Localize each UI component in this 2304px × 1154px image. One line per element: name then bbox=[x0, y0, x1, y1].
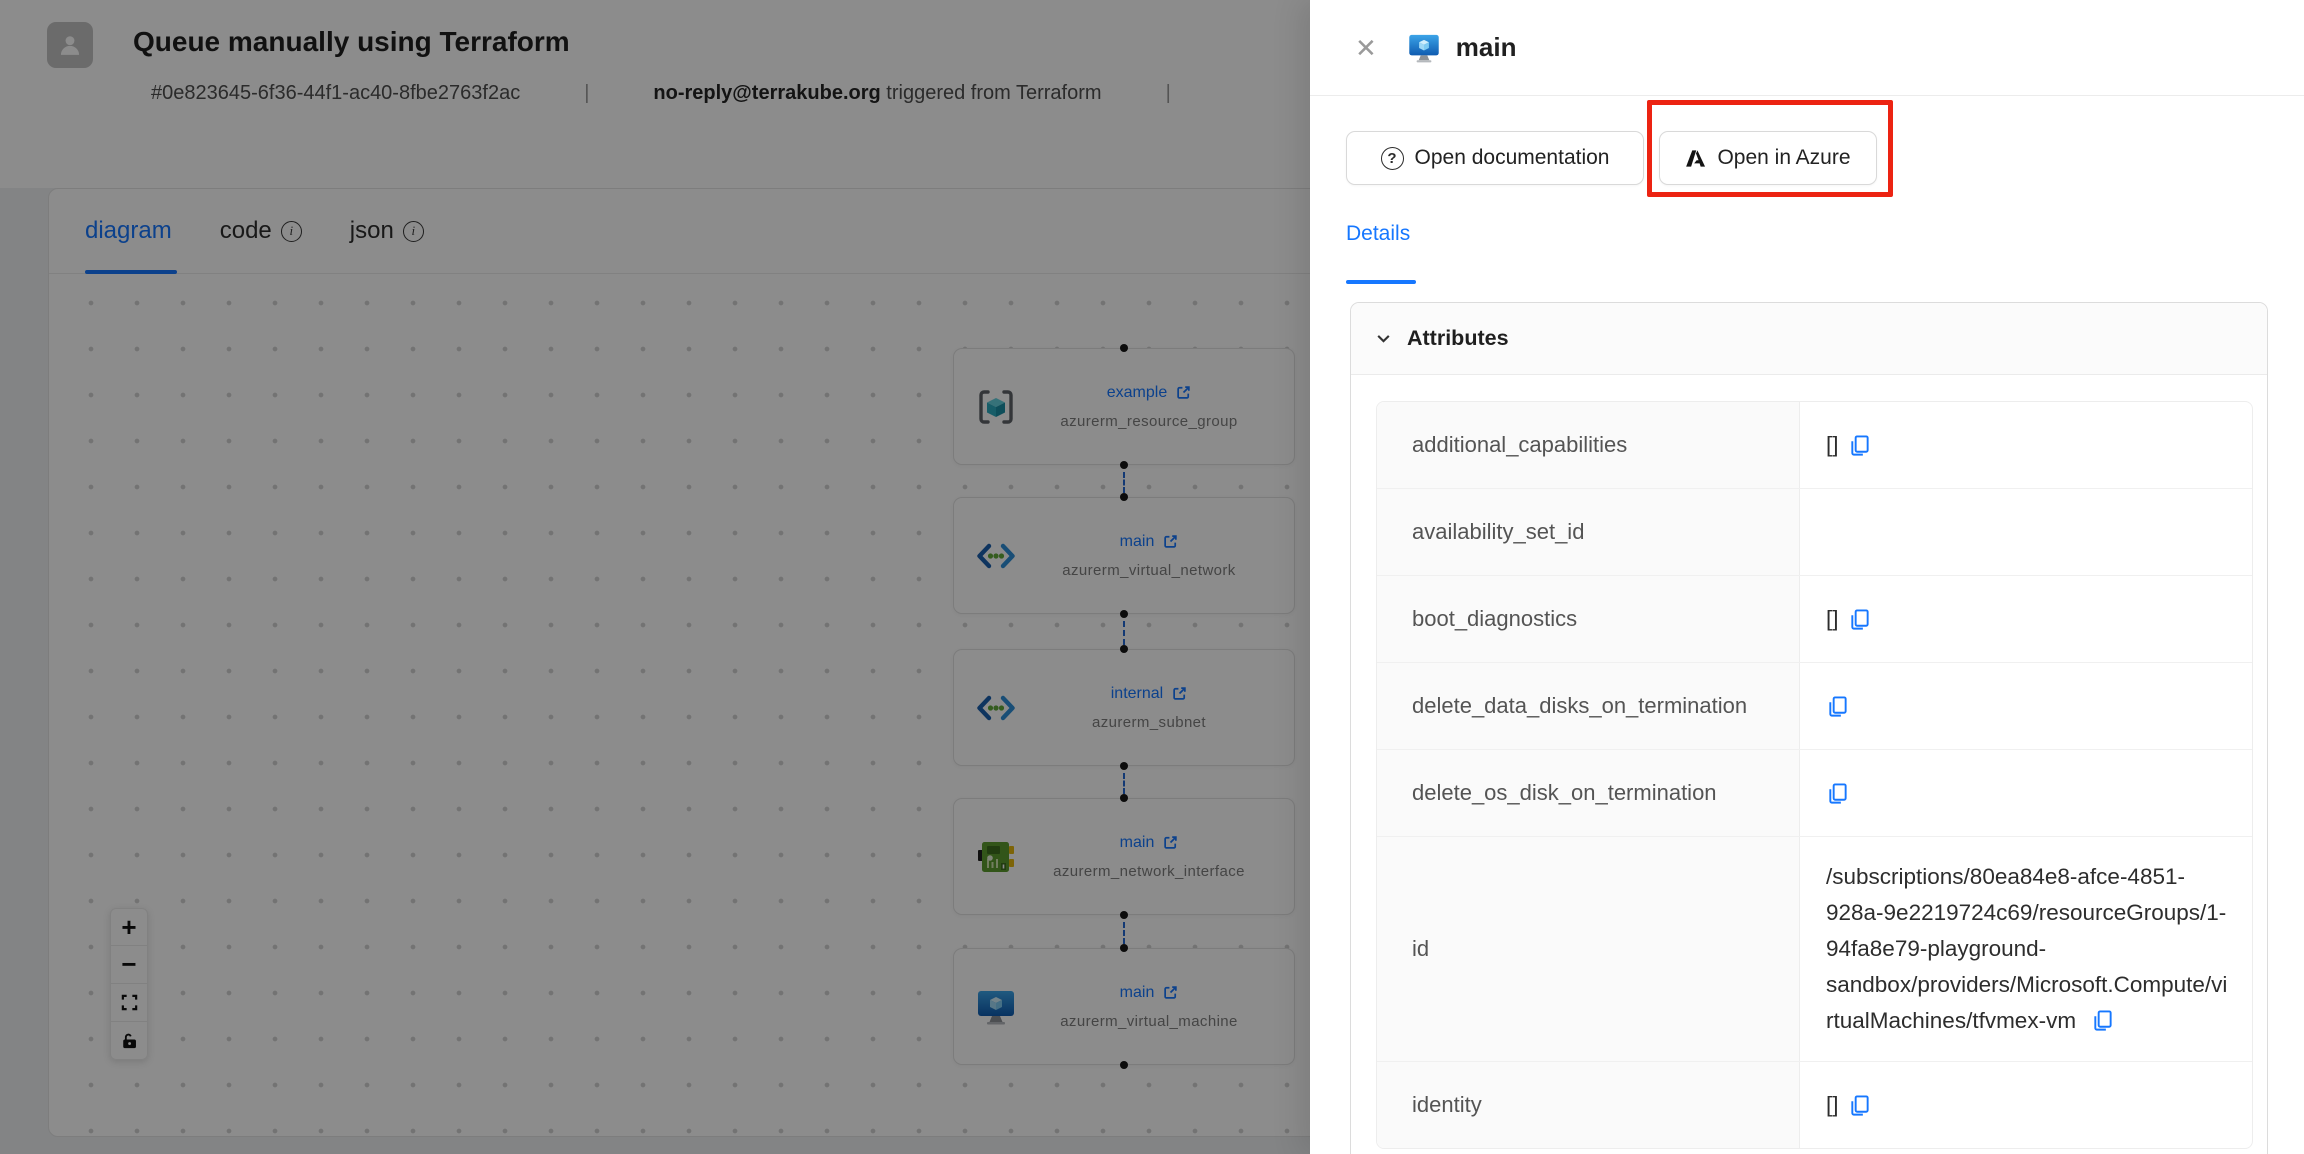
table-row: delete_os_disk_on_termination bbox=[1377, 750, 2252, 837]
table-row: additional_capabilities [] bbox=[1377, 402, 2252, 489]
attributes-panel: Attributes additional_capabilities [] bbox=[1350, 302, 2268, 1154]
copy-icon[interactable] bbox=[1848, 608, 1871, 631]
azure-logo-icon bbox=[1685, 149, 1706, 168]
open-in-azure-button[interactable]: Open in Azure bbox=[1659, 131, 1877, 185]
resource-detail-drawer: ✕ main ? Open documentation Open in Azur… bbox=[1310, 0, 2304, 1154]
open-documentation-button[interactable]: ? Open documentation bbox=[1346, 131, 1644, 185]
copy-icon[interactable] bbox=[1826, 782, 1849, 805]
table-row: boot_diagnostics [] bbox=[1377, 576, 2252, 663]
attr-key: availability_set_id bbox=[1377, 489, 1800, 575]
attr-value: [] bbox=[1800, 576, 2252, 662]
table-row: availability_set_id bbox=[1377, 489, 2252, 576]
attr-key: identity bbox=[1377, 1062, 1800, 1148]
attr-value bbox=[1800, 489, 2252, 575]
attr-value-text: [] bbox=[1826, 606, 1839, 632]
attr-key: id bbox=[1377, 837, 1800, 1061]
page: Queue manually using Terraform #0e823645… bbox=[0, 0, 2304, 1154]
attr-value bbox=[1800, 750, 2252, 836]
attr-key: boot_diagnostics bbox=[1377, 576, 1800, 662]
attributes-header[interactable]: Attributes bbox=[1351, 303, 2267, 375]
table-row: id /subscriptions/80ea84e8-afce-4851-928… bbox=[1377, 837, 2252, 1062]
attr-key: delete_data_disks_on_termination bbox=[1377, 663, 1800, 749]
attr-value: [] bbox=[1800, 402, 2252, 488]
close-icon[interactable]: ✕ bbox=[1355, 35, 1377, 61]
open-in-azure-label: Open in Azure bbox=[1717, 146, 1850, 170]
attr-value: [] bbox=[1800, 1062, 2252, 1148]
copy-icon[interactable] bbox=[1826, 695, 1849, 718]
attr-key: additional_capabilities bbox=[1377, 402, 1800, 488]
attr-value-text: /subscriptions/80ea84e8-afce-4851-928a-9… bbox=[1826, 864, 2227, 1033]
tab-details[interactable]: Details bbox=[1346, 222, 1410, 246]
drawer-mask[interactable] bbox=[0, 0, 1310, 1154]
virtual-machine-icon bbox=[1406, 30, 1442, 66]
copy-icon[interactable] bbox=[2091, 1009, 2114, 1032]
attributes-table: additional_capabilities [] availability_… bbox=[1376, 401, 2253, 1149]
details-tab-indicator bbox=[1346, 280, 1416, 284]
attributes-title: Attributes bbox=[1407, 326, 1509, 351]
drawer-header: ✕ main bbox=[1310, 0, 2304, 96]
table-row: delete_data_disks_on_termination bbox=[1377, 663, 2252, 750]
copy-icon[interactable] bbox=[1848, 434, 1871, 457]
attr-value: /subscriptions/80ea84e8-afce-4851-928a-9… bbox=[1800, 837, 2252, 1061]
attr-value-text: [] bbox=[1826, 1092, 1839, 1118]
chevron-down-icon bbox=[1375, 330, 1392, 347]
copy-icon[interactable] bbox=[1848, 1094, 1871, 1117]
attributes-body: additional_capabilities [] availability_… bbox=[1351, 375, 2267, 1154]
drawer-title: main bbox=[1456, 32, 1517, 63]
attr-value bbox=[1800, 663, 2252, 749]
question-icon: ? bbox=[1381, 147, 1404, 170]
table-row: identity [] bbox=[1377, 1062, 2252, 1148]
attr-value-text: [] bbox=[1826, 432, 1839, 458]
attr-key: delete_os_disk_on_termination bbox=[1377, 750, 1800, 836]
open-documentation-label: Open documentation bbox=[1415, 146, 1610, 170]
